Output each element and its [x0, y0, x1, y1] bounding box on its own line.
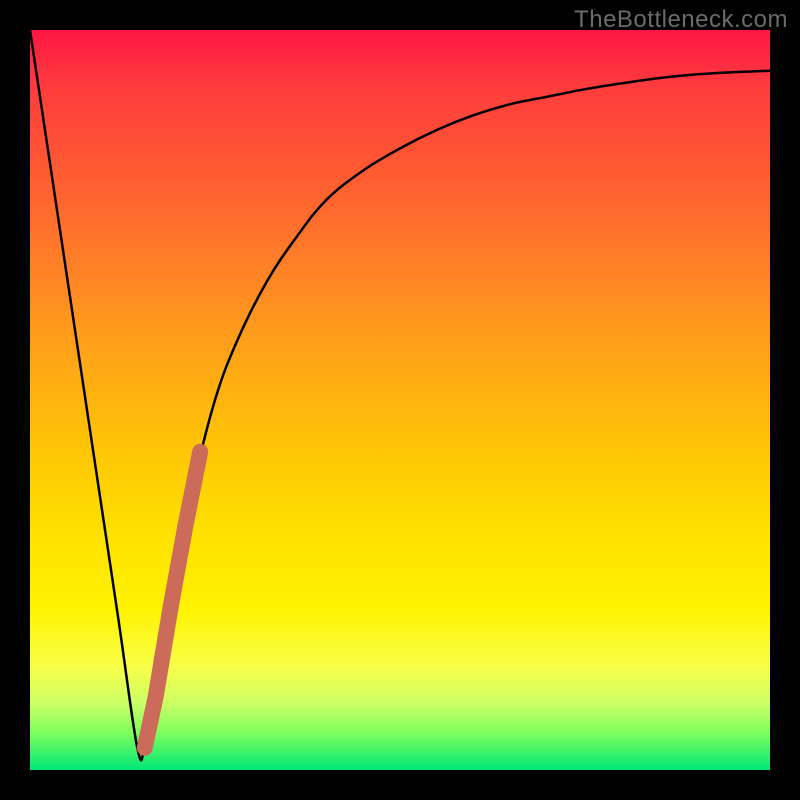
bottleneck-curve-path	[30, 30, 770, 760]
plot-area	[30, 30, 770, 770]
chart-frame: TheBottleneck.com	[0, 0, 800, 800]
highlight-segment-path	[145, 452, 201, 748]
chart-svg	[30, 30, 770, 770]
